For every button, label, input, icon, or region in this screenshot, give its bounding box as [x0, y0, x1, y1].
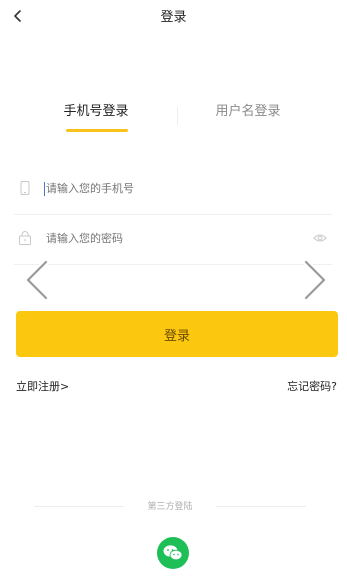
tab-separator: [177, 107, 178, 125]
divider: [34, 506, 124, 507]
divider: [14, 214, 332, 215]
register-link[interactable]: 立即注册>: [16, 378, 69, 394]
page-title: 登录: [160, 10, 187, 25]
phone-icon: [20, 181, 30, 195]
chevron-right-icon[interactable]: [300, 258, 332, 302]
password-input[interactable]: [46, 228, 296, 248]
third-party-login-label: 第三方登陆: [147, 502, 193, 512]
divider: [216, 506, 306, 507]
wechat-login-button[interactable]: [157, 537, 189, 569]
wechat-icon: [163, 545, 183, 561]
chevron-left-icon[interactable]: [20, 258, 52, 302]
login-button[interactable]: 登录: [16, 311, 338, 357]
tab-phone-login[interactable]: 手机号登录: [44, 100, 148, 119]
text-cursor: [44, 182, 45, 196]
tab-username-login[interactable]: 用户名登录: [196, 100, 300, 119]
forgot-password-link[interactable]: 忘记密码?: [287, 378, 337, 394]
divider: [14, 264, 332, 265]
eye-icon[interactable]: [313, 232, 327, 244]
lock-icon: [19, 231, 31, 245]
active-tab-indicator: [66, 129, 128, 132]
phone-input[interactable]: [46, 178, 326, 198]
